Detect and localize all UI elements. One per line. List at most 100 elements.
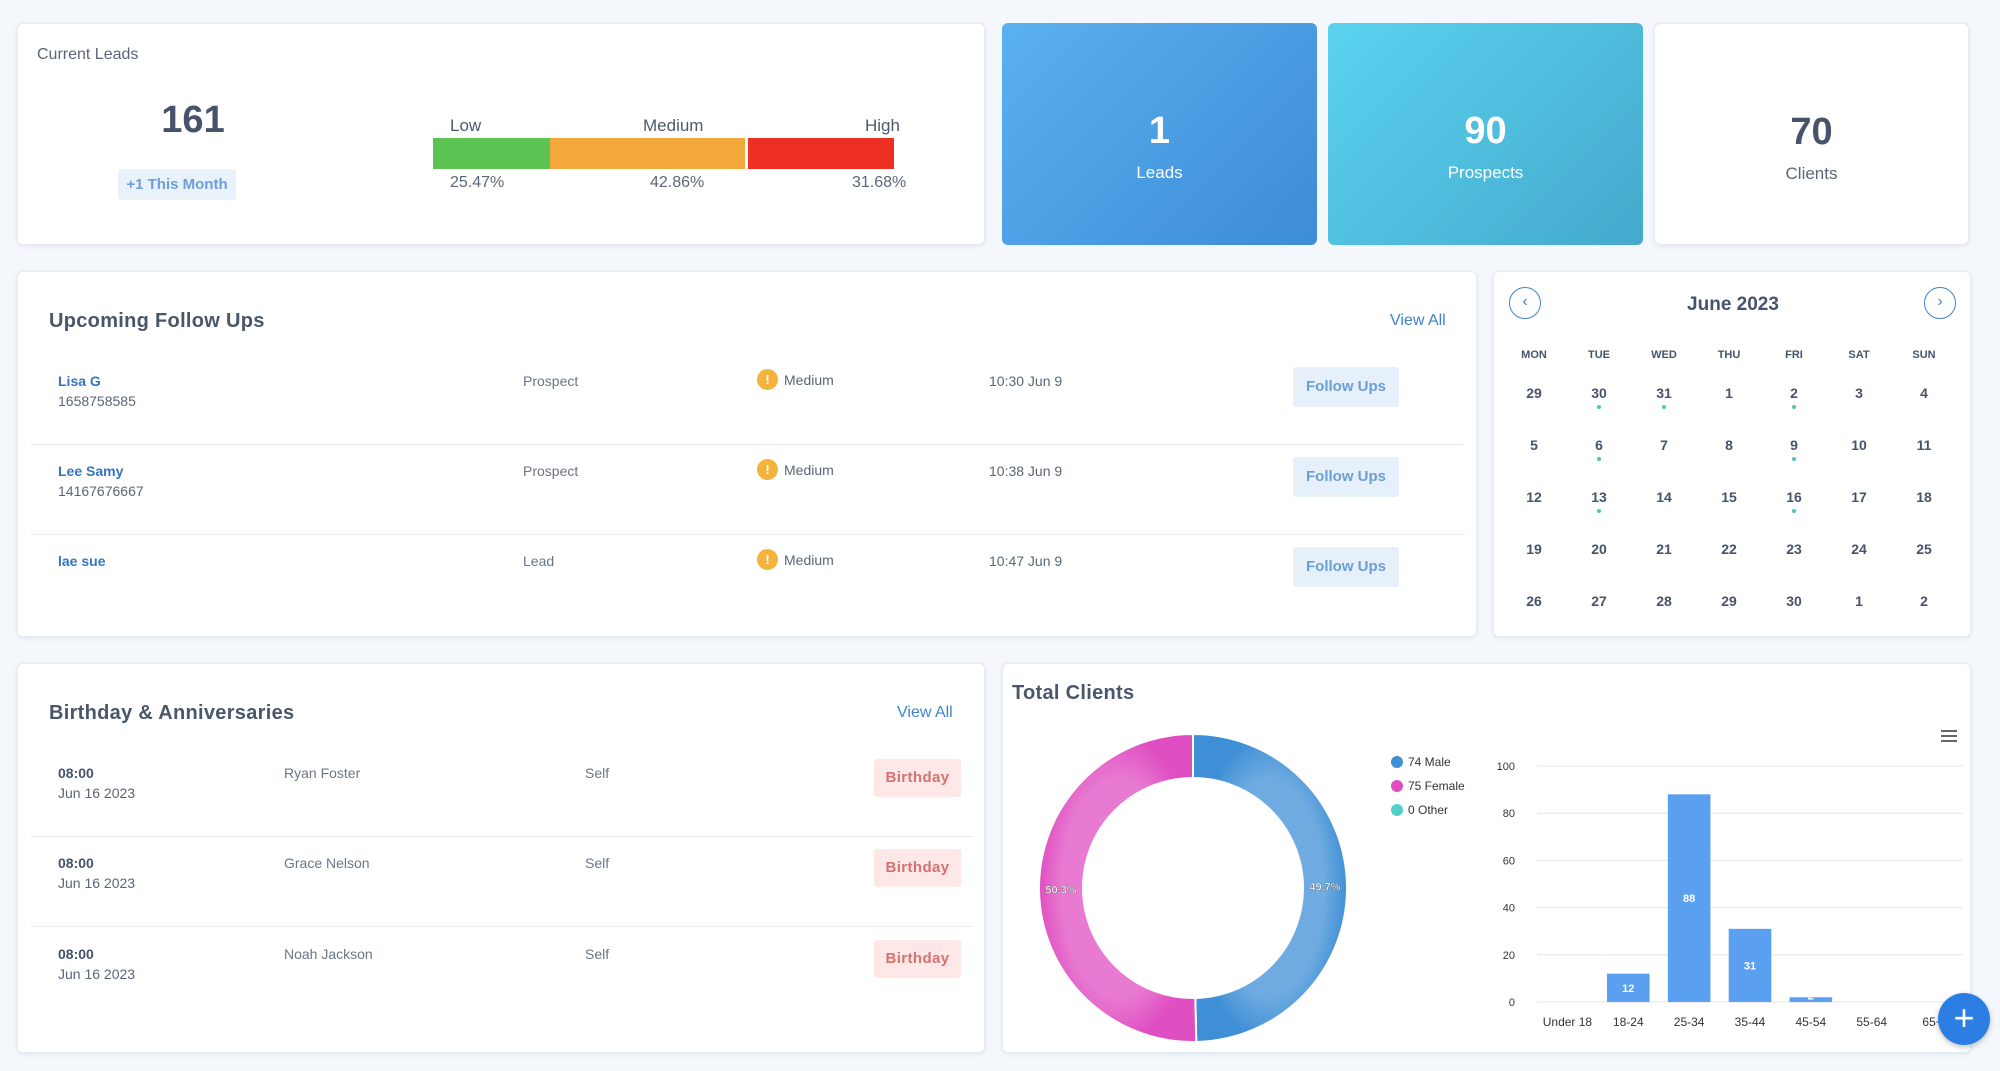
follow-up-time: 10:30 Jun 9	[989, 373, 1063, 389]
leads-label: Leads	[1136, 163, 1183, 182]
calendar-day[interactable]: 27	[1574, 593, 1624, 609]
legend-item[interactable]: 75 Female	[1391, 774, 1465, 798]
prospects-count: 90	[1464, 110, 1507, 152]
calendar-day[interactable]: 2	[1899, 593, 1949, 609]
bar-data-label: 2	[1808, 990, 1814, 1002]
calendar-day[interactable]: 6	[1574, 437, 1624, 453]
birthdays-card: Birthday & Anniversaries View All 08:00 …	[17, 663, 985, 1053]
table-row: lae sue Lead ! Medium 10:47 Jun 9 Follow…	[31, 535, 1465, 625]
priority-label-medium: Medium	[643, 116, 704, 135]
legend-label: 0 Other	[1408, 803, 1449, 817]
calendar-day[interactable]: 28	[1639, 593, 1689, 609]
priority-percentages: 25.47% 42.86% 31.68%	[433, 174, 907, 194]
birthday-badge[interactable]: Birthday	[874, 940, 961, 978]
plus-icon[interactable]: +	[1938, 993, 1990, 1045]
calendar-day[interactable]: 25	[1899, 541, 1949, 557]
clients-tile[interactable]: 70 Clients	[1654, 23, 1969, 245]
x-tick-label: 55-64	[1856, 1015, 1887, 1029]
birthday-badge[interactable]: Birthday	[874, 759, 961, 797]
prospects-tile[interactable]: 90 Prospects	[1328, 23, 1643, 245]
total-clients-card: Total Clients 49.7% 50.3% 74 Male 75 Femal…	[1002, 663, 1971, 1053]
calendar-day[interactable]: 7	[1639, 437, 1689, 453]
event-date: Jun 16 2023	[58, 785, 136, 801]
calendar-day[interactable]: 20	[1574, 541, 1624, 557]
calendar-prev-button[interactable]: ‹	[1509, 287, 1541, 319]
event-date: Jun 16 2023	[58, 966, 136, 982]
calendar-weekday: SAT	[1848, 349, 1870, 361]
calendar-day[interactable]: 29	[1704, 593, 1754, 609]
age-bar-chart: 0 20 40 60 80 100 Under 18 12 18-24 88 25-34 31 35-4…	[1497, 761, 1963, 1029]
priority-pct-medium: 42.86%	[650, 174, 705, 191]
calendar-next-button[interactable]: ›	[1924, 287, 1956, 319]
hamburger-menu-icon[interactable]	[1941, 730, 1957, 742]
calendar-day[interactable]: 19	[1509, 541, 1559, 557]
calendar-day[interactable]: 8	[1704, 437, 1754, 453]
follow-up-name[interactable]: Lee Samy	[58, 463, 123, 479]
donut-slice-label: 50.3%	[1045, 884, 1076, 896]
calendar-day[interactable]: 24	[1834, 541, 1884, 557]
calendar-day[interactable]: 5	[1509, 437, 1559, 453]
calendar-day[interactable]: 1	[1834, 593, 1884, 609]
event-time: 08:00	[58, 946, 94, 962]
calendar-day[interactable]: 4	[1899, 385, 1949, 401]
follow-up-time: 10:38 Jun 9	[989, 463, 1063, 479]
x-tick-label: Under 18	[1543, 1015, 1593, 1029]
follow-ups-title: Upcoming Follow Ups	[49, 310, 265, 332]
follow-ups-view-all-link[interactable]: View All	[1390, 312, 1446, 330]
leads-count: 1	[1148, 110, 1171, 152]
legend-item[interactable]: 74 Male	[1391, 750, 1465, 774]
follow-up-priority: ! Medium	[757, 369, 834, 390]
calendar-day[interactable]: 21	[1639, 541, 1689, 557]
follow-up-name[interactable]: lae sue	[58, 553, 105, 569]
calendar-day[interactable]: 2	[1769, 385, 1819, 401]
leads-tile[interactable]: 1 Leads	[1002, 23, 1317, 245]
birthday-badge[interactable]: Birthday	[874, 849, 961, 887]
calendar-day[interactable]: 16	[1769, 489, 1819, 505]
follow-up-time: 10:47 Jun 9	[989, 553, 1063, 569]
birthdays-view-all-link[interactable]: View All	[897, 704, 953, 722]
calendar-day[interactable]: 23	[1769, 541, 1819, 557]
calendar-day[interactable]: 14	[1639, 489, 1689, 505]
calendar-day[interactable]: 31	[1639, 385, 1689, 401]
table-row: Lisa G 1658758585 Prospect ! Medium 10:3…	[31, 355, 1465, 445]
calendar-day[interactable]: 17	[1834, 489, 1884, 505]
event-dot	[1597, 405, 1601, 409]
legend-item[interactable]: 0 Other	[1391, 798, 1465, 822]
priority-bar	[433, 138, 894, 169]
follow-ups-button[interactable]: Follow Ups	[1293, 457, 1399, 497]
follow-up-name[interactable]: Lisa G	[58, 373, 101, 389]
priority-bar-high	[747, 138, 894, 169]
gender-donut-chart: 49.7% 50.3%	[1038, 732, 1348, 1043]
calendar-day[interactable]: 10	[1834, 437, 1884, 453]
calendar-day[interactable]: 29	[1509, 385, 1559, 401]
list-item: 08:00 Jun 16 2023 Noah Jackson Self Birt…	[31, 928, 973, 1018]
event-relation: Self	[585, 765, 610, 781]
calendar-day[interactable]: 9	[1769, 437, 1819, 453]
calendar-day[interactable]: 13	[1574, 489, 1624, 505]
event-dot	[1662, 405, 1666, 409]
calendar-day[interactable]: 11	[1899, 437, 1949, 453]
calendar-day[interactable]: 12	[1509, 489, 1559, 505]
calendar-day[interactable]: 3	[1834, 385, 1884, 401]
calendar-day[interactable]: 18	[1899, 489, 1949, 505]
follow-ups-button[interactable]: Follow Ups	[1293, 547, 1399, 587]
legend-marker	[1391, 756, 1403, 768]
calendar-day[interactable]: 1	[1704, 385, 1754, 401]
y-tick-label: 40	[1503, 903, 1515, 915]
follow-ups-card: Upcoming Follow Ups View All Lisa G 1658…	[17, 271, 1477, 637]
calendar-day[interactable]: 26	[1509, 593, 1559, 609]
event-dot	[1597, 457, 1601, 461]
event-person: Grace Nelson	[284, 855, 370, 871]
legend-marker	[1391, 804, 1403, 816]
follow-up-priority-label: Medium	[784, 551, 834, 568]
calendar-day[interactable]: 30	[1769, 593, 1819, 609]
calendar-day[interactable]: 15	[1704, 489, 1754, 505]
x-tick-label: 35-44	[1735, 1015, 1766, 1029]
legend-label: 74 Male	[1408, 755, 1451, 769]
donut-slice-label: 49.7%	[1309, 882, 1340, 894]
follow-ups-button[interactable]: Follow Ups	[1293, 367, 1399, 407]
x-tick-label: 45-54	[1796, 1015, 1827, 1029]
calendar-day[interactable]: 30	[1574, 385, 1624, 401]
calendar-day[interactable]: 22	[1704, 541, 1754, 557]
warning-icon: !	[757, 549, 778, 570]
